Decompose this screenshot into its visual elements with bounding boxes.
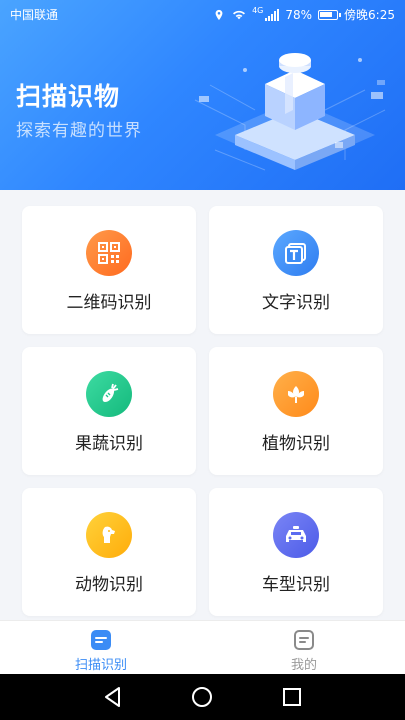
clock: 傍晚6:25 xyxy=(344,8,395,22)
text-icon xyxy=(273,230,319,276)
card-qr-code[interactable]: 二维码识别 xyxy=(22,206,196,334)
status-right: 4G 78% 傍晚6:25 xyxy=(212,6,395,23)
qr-code-icon xyxy=(86,230,132,276)
vegetable-icon xyxy=(86,371,132,417)
tab-mine[interactable]: 我的 xyxy=(203,621,405,675)
card-label: 果蔬识别 xyxy=(75,434,143,454)
page-title: 扫描识物 xyxy=(16,82,121,111)
tab-label: 我的 xyxy=(290,658,317,673)
feature-grid: 二维码识别 文字识别 果蔬识别 植物识别 动物识别 车型识别 xyxy=(0,190,405,620)
tab-label: 扫描识别 xyxy=(74,658,127,673)
status-bar: 中国联通 4G 78% 傍晚6:25 xyxy=(0,0,405,28)
bottom-tab-bar: 扫描识别 我的 xyxy=(0,620,405,675)
animal-icon xyxy=(86,512,132,558)
plant-icon xyxy=(273,371,319,417)
home-icon[interactable] xyxy=(189,684,215,710)
hero-banner: 中国联通 4G 78% 傍晚6:25 扫描识物 探索有趣的世界 xyxy=(0,0,405,190)
page-subtitle: 探索有趣的世界 xyxy=(16,121,142,141)
card-plant[interactable]: 植物识别 xyxy=(209,347,383,475)
card-car[interactable]: 车型识别 xyxy=(209,488,383,616)
signal-icon xyxy=(265,8,280,21)
profile-tab-icon xyxy=(294,630,314,650)
card-label: 二维码识别 xyxy=(66,293,152,313)
battery-percent: 78% xyxy=(285,7,313,22)
system-nav-bar xyxy=(0,674,405,720)
network-type: 4G xyxy=(252,6,264,15)
card-label: 动物识别 xyxy=(75,575,143,595)
scan-tab-icon xyxy=(91,630,111,650)
card-animal[interactable]: 动物识别 xyxy=(22,488,196,616)
scan-cube-illustration xyxy=(194,53,386,171)
location-icon xyxy=(215,9,223,20)
wifi-icon xyxy=(233,10,246,19)
card-label: 车型识别 xyxy=(262,575,330,595)
carrier-label: 中国联通 xyxy=(10,8,59,22)
back-icon[interactable] xyxy=(100,684,126,710)
tab-scan[interactable]: 扫描识别 xyxy=(0,621,202,675)
card-vegetable[interactable]: 果蔬识别 xyxy=(22,347,196,475)
recents-icon[interactable] xyxy=(279,684,305,710)
card-label: 文字识别 xyxy=(262,293,330,313)
card-label: 植物识别 xyxy=(262,434,330,454)
battery-icon xyxy=(318,9,342,20)
car-icon xyxy=(273,512,319,558)
card-text[interactable]: 文字识别 xyxy=(209,206,383,334)
